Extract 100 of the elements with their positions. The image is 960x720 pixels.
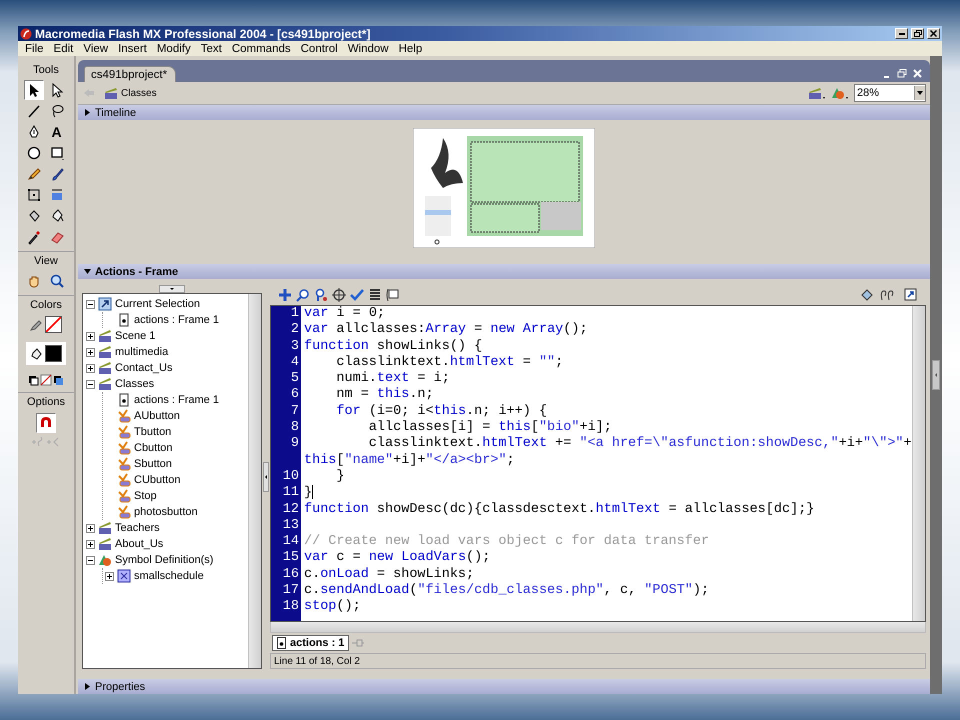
code-line: stop(); xyxy=(303,599,361,616)
menu-item[interactable]: Text xyxy=(196,42,227,54)
properties-bar[interactable]: Properties xyxy=(78,679,930,694)
line-number: 15 xyxy=(282,550,300,567)
menu-item[interactable]: Edit xyxy=(48,42,78,54)
code-line: // Create new load vars object c for data transfer xyxy=(303,534,710,550)
expand-box-icon[interactable] xyxy=(86,540,95,548)
vertical-scrollbar[interactable] xyxy=(912,306,925,621)
clapperboard-icon xyxy=(104,86,118,100)
expand-box-icon[interactable] xyxy=(86,524,95,532)
collapse-box-icon[interactable] xyxy=(86,556,95,564)
menu-item[interactable]: Insert xyxy=(113,42,152,54)
minimize-button[interactable] xyxy=(895,28,908,39)
tree-item[interactable]: actions : Frame 1 xyxy=(134,394,219,406)
script-tab[interactable]: actions : 1 xyxy=(272,635,350,651)
timeline-label: Timeline xyxy=(95,106,136,118)
check-syntax-icon[interactable] xyxy=(350,288,364,302)
snap-button[interactable] xyxy=(36,413,56,433)
menu-item[interactable]: Control xyxy=(296,42,343,54)
splitter-handle-icon[interactable] xyxy=(263,462,269,492)
tree-item[interactable]: AUbutton xyxy=(134,410,180,422)
zoom-field[interactable]: 28% xyxy=(854,84,926,102)
restore-icon[interactable] xyxy=(897,69,907,78)
add-statement-icon[interactable] xyxy=(278,288,292,302)
tree-item[interactable]: Teachers xyxy=(115,522,160,534)
tree-item[interactable]: Cbutton xyxy=(134,442,173,454)
dropdown-arrow-icon[interactable] xyxy=(917,91,923,95)
code-editor[interactable] xyxy=(270,305,926,622)
pencil-icon xyxy=(30,318,42,330)
clapperboard-icon xyxy=(98,361,112,375)
restore-button[interactable] xyxy=(911,28,924,39)
line-number: 14 xyxy=(282,534,300,550)
timeline-bar[interactable]: Timeline xyxy=(78,105,930,120)
tree-item[interactable]: Sbutton xyxy=(134,458,172,470)
expand-arrow-icon[interactable] xyxy=(84,109,91,116)
tree-item[interactable]: Tbutton xyxy=(134,426,172,438)
close-button[interactable] xyxy=(927,28,940,39)
code-line: classlinktext.htmlText += "<a href=\"asfunction:showDesc,"+i+"\">"+ xyxy=(368,436,912,453)
code-hint-icon[interactable] xyxy=(386,288,400,302)
line-number: 18 xyxy=(282,599,300,616)
scene-button[interactable]: Classes xyxy=(102,86,159,100)
line-number: 11 xyxy=(282,485,300,502)
collapse-handle-icon[interactable] xyxy=(159,285,185,293)
circle-icon xyxy=(26,145,42,161)
tree-item[interactable]: CUbutton xyxy=(134,474,180,486)
tree-item[interactable]: Classes xyxy=(115,378,154,390)
view-options-icon[interactable] xyxy=(902,288,918,302)
horizontal-scrollbar[interactable] xyxy=(270,622,926,633)
expand-box-icon[interactable] xyxy=(86,332,95,340)
line-number: 1 xyxy=(290,306,300,322)
code-line: numi.text = i; xyxy=(335,371,450,387)
expand-box-icon[interactable] xyxy=(86,364,95,372)
button-symbol-icon xyxy=(117,489,131,503)
menu-item[interactable]: Modify xyxy=(152,42,196,54)
edit-scene-icon[interactable] xyxy=(808,86,826,100)
clapperboard-icon xyxy=(98,345,112,359)
vertical-scrollbar[interactable] xyxy=(248,294,261,668)
menu-item[interactable]: View xyxy=(78,42,114,54)
expand-box-icon[interactable] xyxy=(86,348,95,356)
tools-title: Tools xyxy=(32,64,60,78)
tree-item[interactable]: Stop xyxy=(134,490,157,502)
line-number: 6 xyxy=(290,387,300,404)
tree-item[interactable]: smallschedule xyxy=(134,570,204,582)
tree-item[interactable]: Contact_Us xyxy=(115,362,172,374)
stroke-color-swatch[interactable] xyxy=(45,316,62,333)
options-title: Options xyxy=(18,392,74,410)
code-line: function showLinks() { xyxy=(303,338,482,355)
tree-item[interactable]: Scene 1 xyxy=(115,330,156,342)
close-icon[interactable] xyxy=(913,69,922,78)
line-number: 9 xyxy=(290,436,300,453)
panel-collapse-handle-icon[interactable] xyxy=(932,360,940,390)
color-swap-buttons-icon[interactable] xyxy=(28,374,64,386)
button-symbol-icon xyxy=(117,457,131,471)
target-icon[interactable] xyxy=(332,288,346,302)
find-icon[interactable] xyxy=(296,288,310,302)
pencil-icon xyxy=(26,166,42,182)
expand-box-icon[interactable] xyxy=(105,572,114,580)
collapse-box-icon[interactable] xyxy=(86,380,95,388)
fill-color-swatch[interactable] xyxy=(45,345,62,362)
tree-item[interactable]: actions : Frame 1 xyxy=(134,314,219,326)
document-tab[interactable]: cs491bproject* xyxy=(84,66,176,82)
tree-item[interactable]: About_Us xyxy=(115,538,164,550)
tree-item[interactable]: multimedia xyxy=(115,346,168,358)
close-icon xyxy=(930,30,937,37)
menu-item[interactable]: Commands xyxy=(226,42,296,54)
collapse-arrow-icon[interactable] xyxy=(84,268,91,275)
find-replace-icon[interactable] xyxy=(314,288,328,302)
menu-item[interactable]: File xyxy=(20,42,49,54)
menu-item[interactable]: Help xyxy=(394,42,428,54)
text-tool-button[interactable]: A xyxy=(46,122,66,142)
expand-arrow-icon[interactable] xyxy=(84,683,91,690)
collapse-box-icon[interactable] xyxy=(86,300,95,308)
menu-item[interactable]: Window xyxy=(342,42,394,54)
arrow-pointer-tool-button[interactable] xyxy=(24,80,44,100)
code-line: var i = 0; xyxy=(303,306,386,322)
tree-item[interactable]: photosbutton xyxy=(134,506,198,518)
tree-item[interactable]: Current Selection xyxy=(115,298,200,310)
actions-panel-header[interactable]: Actions - Frame xyxy=(78,264,930,279)
auto-format-icon[interactable] xyxy=(368,288,382,302)
tree-item[interactable]: Symbol Definition(s) xyxy=(115,554,214,566)
